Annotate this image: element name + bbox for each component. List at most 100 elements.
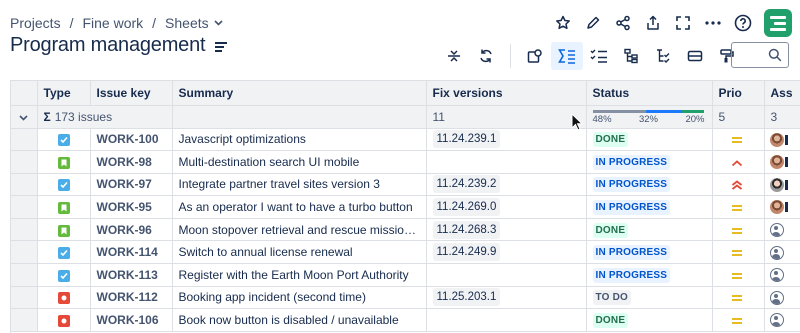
chevron-down-icon[interactable] (19, 114, 28, 121)
issue-summary[interactable]: Multi-destination search UI mobile (172, 150, 427, 174)
assignee-cell[interactable] (764, 263, 800, 287)
status-cell[interactable]: IN PROGRESS (586, 263, 713, 287)
table-row[interactable]: WORK-97 Integrate partner travel sites ve… (11, 173, 800, 197)
app-logo-icon[interactable] (764, 9, 792, 37)
issue-key[interactable]: WORK-96 (90, 218, 173, 242)
issue-key[interactable]: WORK-113 (90, 263, 173, 287)
status-cell[interactable]: DONE (586, 308, 713, 332)
status-cell[interactable]: IN PROGRESS (586, 240, 713, 265)
card-icon[interactable] (679, 42, 711, 70)
fix-version-cell[interactable]: 11.24.249.9 (426, 240, 587, 265)
status-cell[interactable]: TO DO (586, 286, 713, 310)
assignee-cell[interactable] (764, 308, 800, 332)
share-icon[interactable] (608, 9, 638, 37)
row-gutter[interactable] (11, 173, 38, 197)
fix-version-cell[interactable] (426, 263, 587, 287)
fix-version-cell[interactable] (426, 308, 587, 332)
filter-icon[interactable] (519, 42, 551, 70)
status-cell[interactable]: DONE (586, 218, 713, 242)
issue-summary[interactable]: As an operator I want to have a turbo bu… (172, 195, 427, 219)
priority-cell[interactable] (712, 263, 765, 287)
status-cell[interactable]: IN PROGRESS (586, 173, 713, 197)
column-header-assignee[interactable]: Ass (764, 81, 800, 106)
issue-key[interactable]: WORK-112 (90, 286, 173, 310)
star-icon[interactable] (548, 9, 578, 37)
column-header-type[interactable]: Type (37, 81, 91, 106)
priority-cell[interactable] (712, 240, 765, 265)
breadcrumb-sheets[interactable]: Sheets (165, 15, 209, 31)
issue-key[interactable]: WORK-114 (90, 240, 173, 265)
row-height-icon[interactable] (438, 42, 470, 70)
priority-cell[interactable] (712, 195, 765, 219)
row-gutter[interactable] (11, 150, 38, 174)
export-icon[interactable] (638, 9, 668, 37)
row-gutter[interactable] (11, 218, 38, 242)
issue-summary[interactable]: Register with the Earth Moon Port Author… (172, 263, 427, 287)
issue-summary[interactable]: Integrate partner travel sites version 3 (172, 173, 427, 197)
row-gutter[interactable] (11, 308, 38, 332)
edit-icon[interactable] (578, 9, 608, 37)
checklist-icon[interactable] (583, 42, 615, 70)
priority-cell[interactable] (712, 218, 765, 242)
assignee-cell[interactable] (764, 173, 800, 197)
row-gutter[interactable] (11, 195, 38, 219)
column-header-issue-key[interactable]: Issue key (90, 81, 173, 106)
priority-cell[interactable] (712, 150, 765, 174)
refresh-icon[interactable] (470, 42, 502, 70)
row-gutter[interactable] (11, 128, 38, 152)
status-cell[interactable]: IN PROGRESS (586, 195, 713, 219)
fullscreen-icon[interactable] (668, 9, 698, 37)
assignee-cell[interactable] (764, 128, 800, 152)
column-header-status[interactable]: Status (586, 81, 713, 106)
issue-summary[interactable]: Moon stopover retrieval and rescue missi… (172, 218, 427, 242)
table-row[interactable]: WORK-106 Book now button is disabled / un… (11, 308, 800, 332)
table-row[interactable]: WORK-113 Register with the Earth Moon Por… (11, 263, 800, 287)
table-row[interactable]: WORK-100 Javascript optimizations 11.24.23… (11, 128, 800, 152)
issue-summary[interactable]: Javascript optimizations (172, 128, 427, 152)
status-cell[interactable]: DONE (586, 128, 713, 152)
fix-version-cell[interactable]: 11.24.239.1 (426, 128, 587, 152)
assignee-cell[interactable] (764, 286, 800, 310)
issue-key[interactable]: WORK-95 (90, 195, 173, 219)
issue-summary[interactable]: Book now button is disabled / unavailabl… (172, 308, 427, 332)
search-input[interactable] (731, 42, 789, 68)
priority-cell[interactable] (712, 286, 765, 310)
more-icon[interactable] (698, 9, 728, 37)
issue-key[interactable]: WORK-106 (90, 308, 173, 332)
priority-cell[interactable] (712, 173, 765, 197)
issue-key[interactable]: WORK-98 (90, 150, 173, 174)
row-gutter[interactable] (11, 286, 38, 310)
fix-version-cell[interactable]: 11.24.239.2 (426, 173, 587, 197)
chevron-down-icon[interactable] (214, 18, 223, 29)
column-header-summary[interactable]: Summary (172, 81, 427, 106)
table-row[interactable]: WORK-98 Multi-destination search UI mobil… (11, 150, 800, 174)
row-gutter[interactable] (11, 263, 38, 287)
hierarchy-icon[interactable] (615, 42, 647, 70)
table-row[interactable]: WORK-112 Booking app incident (second tim… (11, 286, 800, 310)
row-gutter[interactable] (11, 240, 38, 265)
sum-icon[interactable] (551, 42, 583, 70)
breadcrumb-projects[interactable]: Projects (10, 15, 61, 31)
title-menu-icon[interactable] (215, 41, 228, 52)
assignee-cell[interactable] (764, 218, 800, 242)
table-row[interactable]: WORK-95 As an operator I want to have a t… (11, 195, 800, 219)
status-cell[interactable]: IN PROGRESS (586, 150, 713, 174)
hierarchy-check-icon[interactable] (647, 42, 679, 70)
fix-version-cell[interactable] (426, 150, 587, 174)
issue-key[interactable]: WORK-100 (90, 128, 173, 152)
priority-cell[interactable] (712, 308, 765, 332)
fix-version-cell[interactable]: 11.24.269.0 (426, 195, 587, 219)
help-icon[interactable] (728, 9, 758, 37)
table-row[interactable]: WORK-96 Moon stopover retrieval and rescu… (11, 218, 800, 242)
assignee-cell[interactable] (764, 150, 800, 174)
table-row[interactable]: WORK-114 Switch to annual license renewal… (11, 240, 800, 265)
issue-summary[interactable]: Booking app incident (second time) (172, 286, 427, 310)
fix-version-cell[interactable]: 11.25.203.1 (426, 286, 587, 310)
assignee-cell[interactable] (764, 195, 800, 219)
fix-version-cell[interactable]: 11.24.268.3 (426, 218, 587, 242)
column-header-fix-versions[interactable]: Fix versions (426, 81, 587, 106)
column-header-priority[interactable]: Prio (712, 81, 765, 106)
assignee-cell[interactable] (764, 240, 800, 265)
collapse-toggle[interactable] (11, 105, 38, 129)
issue-summary[interactable]: Switch to annual license renewal (172, 240, 427, 265)
